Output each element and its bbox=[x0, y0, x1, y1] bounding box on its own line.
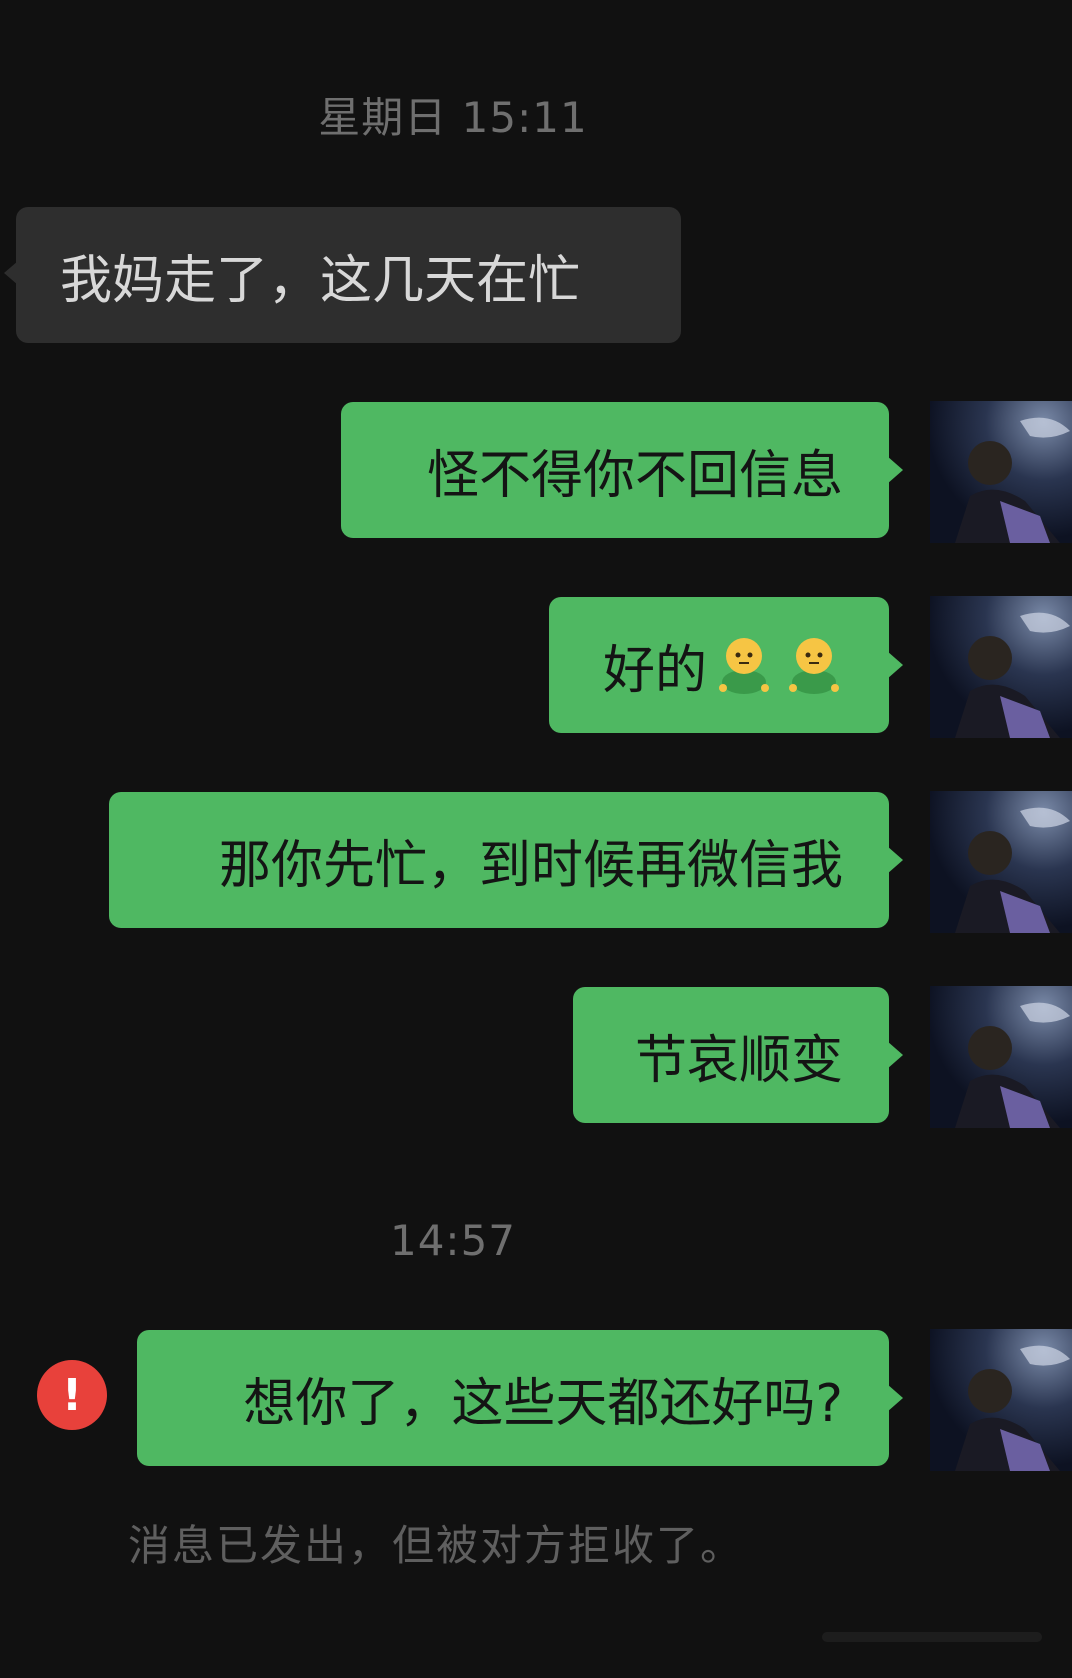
avatar[interactable] bbox=[930, 596, 1072, 738]
bubble-tail bbox=[887, 1041, 903, 1069]
avatar[interactable] bbox=[930, 401, 1072, 543]
avatar[interactable] bbox=[930, 1329, 1072, 1471]
avatar-image-icon bbox=[955, 1345, 1070, 1471]
bubble-tail bbox=[4, 261, 18, 285]
message-text: 好的 bbox=[602, 640, 707, 701]
message-text: 我妈走了，这几天在忙 bbox=[60, 250, 581, 311]
bubble-tail bbox=[887, 1384, 903, 1412]
bubble-tail bbox=[887, 846, 903, 874]
message-bubble-outgoing[interactable]: 怪不得你不回信息 bbox=[341, 402, 903, 538]
avatar-image-icon bbox=[955, 1002, 1070, 1128]
avatar-image-icon bbox=[955, 807, 1070, 933]
avatar-image-icon bbox=[955, 417, 1070, 543]
avatar-image-icon bbox=[955, 612, 1070, 738]
watermark-icon bbox=[822, 1632, 1042, 1642]
bubble-tail bbox=[887, 651, 903, 679]
message-text: 怪不得你不回信息 bbox=[426, 445, 843, 506]
avatar[interactable] bbox=[930, 986, 1072, 1128]
message-text: 想你了，这些天都还好吗? bbox=[243, 1373, 843, 1434]
smile-doll-emoji-icon bbox=[719, 638, 769, 694]
message-bubble-outgoing[interactable]: 节哀顺变 bbox=[573, 987, 903, 1123]
message-bubble-outgoing[interactable]: 想你了，这些天都还好吗? bbox=[137, 1330, 903, 1466]
timestamp: 14:57 bbox=[389, 1216, 517, 1265]
message-text: 那你先忙，到时候再微信我 bbox=[218, 835, 843, 896]
message-text: 节哀顺变 bbox=[634, 1030, 843, 1091]
message-bubble-incoming[interactable]: 我妈走了，这几天在忙 bbox=[4, 207, 681, 343]
message-bubble-outgoing[interactable]: 好的 bbox=[549, 597, 903, 733]
smile-doll-emoji-icon bbox=[789, 638, 839, 694]
system-notice: 消息已发出，但被对方拒收了。 bbox=[128, 1521, 745, 1570]
message-bubble-outgoing[interactable]: 那你先忙，到时候再微信我 bbox=[109, 792, 903, 928]
bubble-tail bbox=[887, 456, 903, 484]
error-icon[interactable]: ! bbox=[37, 1360, 107, 1430]
avatar[interactable] bbox=[930, 791, 1072, 933]
timestamp: 星期日 15:11 bbox=[318, 93, 588, 142]
emoji-group bbox=[715, 634, 843, 696]
